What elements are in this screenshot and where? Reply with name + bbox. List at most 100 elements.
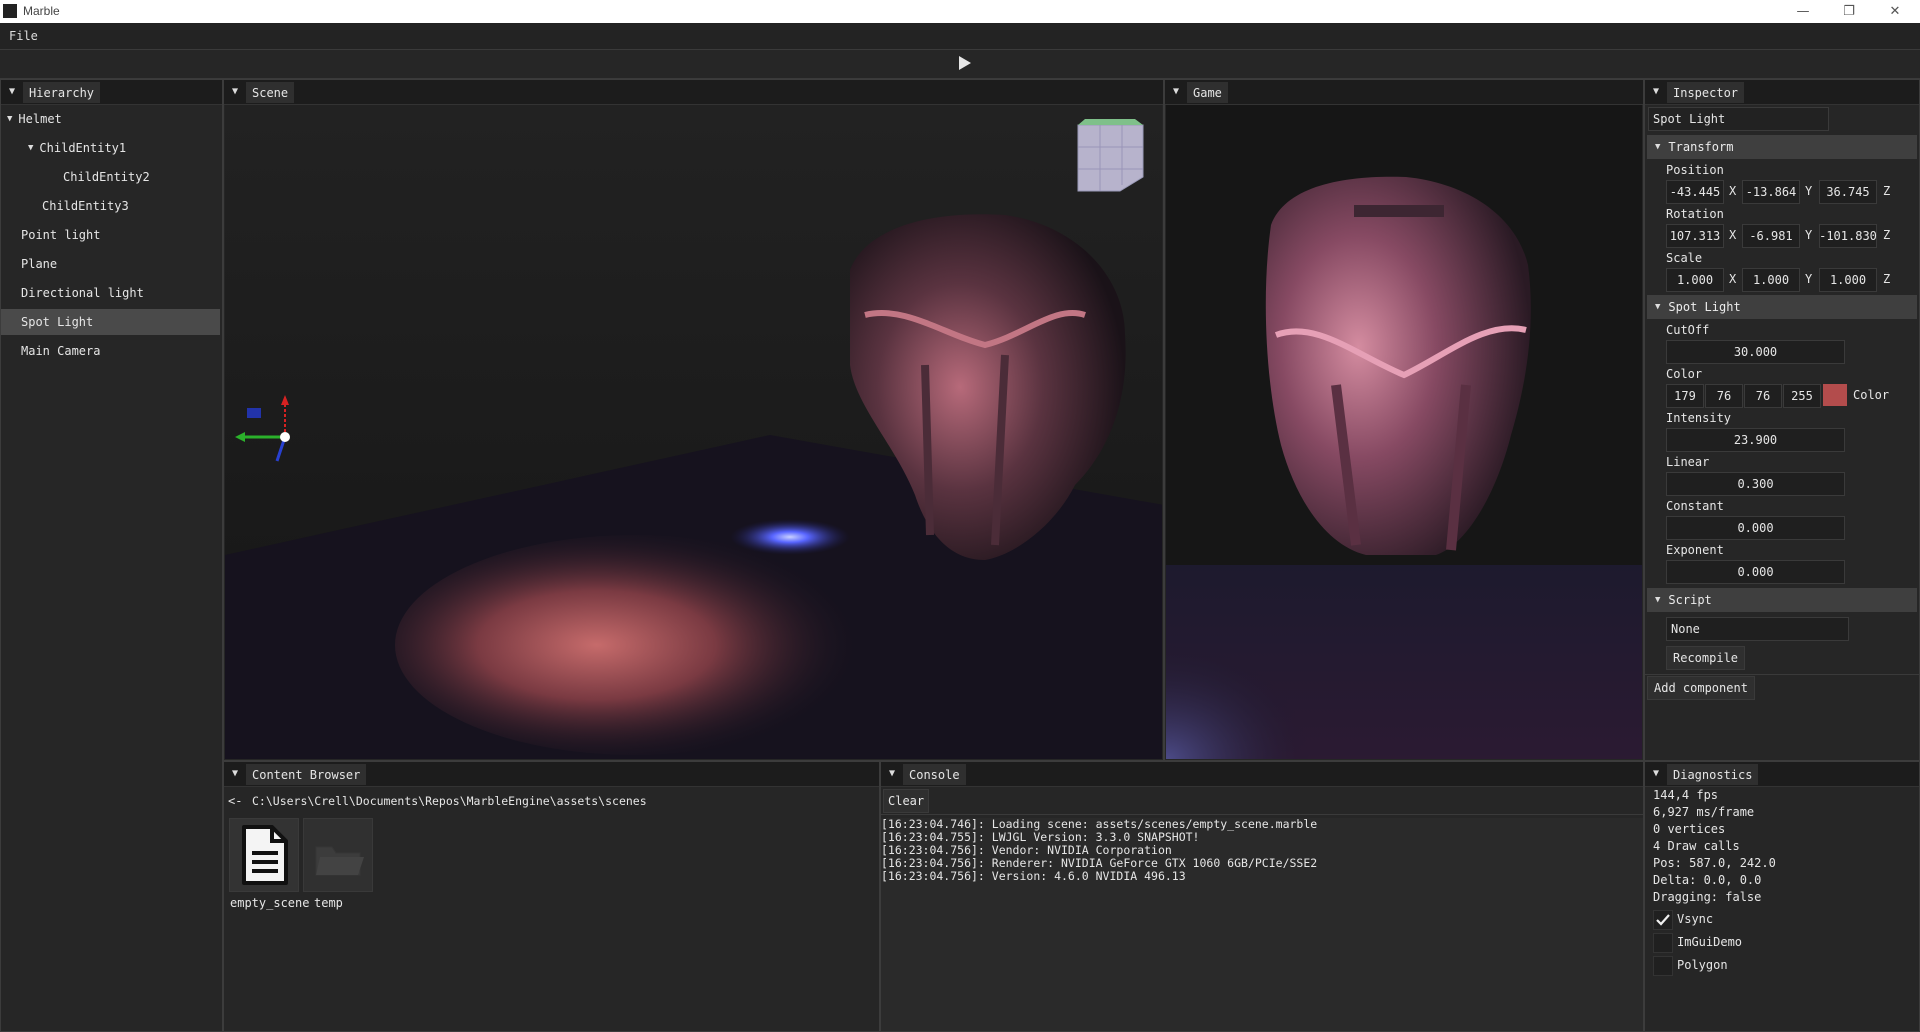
tab-content-browser[interactable]: Content Browser [246, 764, 367, 785]
script-header[interactable]: ▼ Script [1647, 588, 1917, 612]
console-tabbar: ▼ Console [881, 762, 1643, 787]
diag-delta: Delta: 0.0, 0.0 [1653, 873, 1762, 887]
vsync-checkbox[interactable] [1653, 910, 1673, 930]
scale-y-field[interactable]: 1.000 [1742, 268, 1800, 292]
game-render [1166, 105, 1642, 759]
hierarchy-item-helmet[interactable]: ▼ Helmet [1, 106, 220, 132]
intensity-field[interactable]: 23.900 [1666, 428, 1845, 452]
tab-inspector[interactable]: Inspector [1667, 82, 1745, 103]
script-field[interactable]: None [1666, 617, 1849, 641]
hierarchy-item-childentity3[interactable]: ChildEntity3 [1, 193, 220, 219]
tab-console[interactable]: Console [903, 764, 966, 785]
add-component-button[interactable]: Add component [1647, 676, 1755, 700]
diag-fps: 144,4 fps [1653, 788, 1719, 802]
menu-file[interactable]: File [9, 29, 38, 43]
exponent-field[interactable]: 0.000 [1666, 560, 1845, 584]
expand-arrow-icon[interactable]: ▼ [7, 114, 12, 124]
axis-x-label: X [1729, 228, 1737, 242]
position-z-field[interactable]: 36.745 [1819, 180, 1877, 204]
spot-light-header[interactable]: ▼ Spot Light [1647, 295, 1917, 319]
scene-render [225, 105, 1162, 759]
hierarchy-item-main-camera[interactable]: Main Camera [1, 338, 220, 364]
diagnostics-tabbar: ▼ Diagnostics [1645, 762, 1919, 787]
restore-button[interactable]: ❐ [1826, 0, 1872, 23]
rotation-z-field[interactable]: -101.830 [1819, 224, 1877, 248]
hierarchy-item-plane[interactable]: Plane [1, 251, 220, 277]
hierarchy-item-point-light[interactable]: Point light [1, 222, 220, 248]
hierarchy-item-childentity1[interactable]: ▼ ChildEntity1 [1, 135, 220, 161]
scale-x-field[interactable]: 1.000 [1666, 268, 1724, 292]
console-line: [16:23:04.756]: Version: 4.6.0 NVIDIA 49… [881, 869, 1186, 883]
recompile-button[interactable]: Recompile [1666, 646, 1746, 670]
game-panel: ▼ Game [1164, 79, 1644, 761]
position-y-field[interactable]: -13.864 [1742, 180, 1800, 204]
expand-arrow-icon: ▼ [1655, 302, 1661, 312]
hierarchy-item-label: Helmet [18, 112, 62, 126]
collapse-icon[interactable]: ▼ [5, 84, 19, 98]
cutoff-field[interactable]: 30.000 [1666, 340, 1845, 364]
collapse-icon[interactable]: ▼ [228, 766, 242, 780]
color-r-field[interactable]: 179 [1666, 384, 1704, 408]
entity-name-input[interactable]: Spot Light [1648, 107, 1829, 131]
collapse-icon[interactable]: ▼ [228, 84, 242, 98]
transform-header-label: Transform [1668, 140, 1734, 154]
collapse-icon[interactable]: ▼ [885, 766, 899, 780]
hierarchy-item-childentity2[interactable]: ChildEntity2 [1, 164, 220, 190]
hierarchy-item-label: Main Camera [21, 344, 101, 358]
cutoff-label: CutOff [1666, 323, 1710, 337]
hierarchy-item-spot-light[interactable]: Spot Light [1, 309, 220, 335]
back-button[interactable]: <- [228, 794, 242, 808]
color-swatch-label: Color [1853, 388, 1890, 402]
rotation-y-field[interactable]: -6.981 [1742, 224, 1800, 248]
expand-arrow-icon[interactable]: ▼ [28, 143, 33, 153]
diag-vertices: 0 vertices [1653, 822, 1726, 836]
color-swatch[interactable] [1823, 384, 1847, 406]
diag-frame-time: 6,927 ms/frame [1653, 805, 1755, 819]
divider [1645, 674, 1919, 675]
rotation-x-field[interactable]: 107.313 [1666, 224, 1724, 248]
color-b-field[interactable]: 76 [1744, 384, 1782, 408]
scale-z-field[interactable]: 1.000 [1819, 268, 1877, 292]
color-g-field[interactable]: 76 [1705, 384, 1743, 408]
linear-field[interactable]: 0.300 [1666, 472, 1845, 496]
color-a-field[interactable]: 255 [1783, 384, 1821, 408]
folder-icon [315, 846, 364, 876]
polygon-checkbox[interactable] [1653, 956, 1673, 976]
intensity-label: Intensity [1666, 411, 1732, 425]
minimize-button[interactable]: — [1780, 0, 1826, 23]
rotation-label: Rotation [1666, 207, 1724, 221]
play-icon[interactable] [958, 54, 972, 72]
hierarchy-item-label: ChildEntity2 [63, 170, 150, 184]
view-cube[interactable] [1077, 119, 1144, 192]
collapse-icon[interactable]: ▼ [1649, 84, 1663, 98]
tab-hierarchy[interactable]: Hierarchy [23, 82, 101, 103]
imgui-demo-checkbox[interactable] [1653, 933, 1673, 953]
window-title: Marble [23, 4, 60, 18]
checkmark-icon [1656, 914, 1670, 926]
collapse-icon[interactable]: ▼ [1169, 84, 1183, 98]
file-tile-empty-scene[interactable] [229, 818, 299, 892]
tab-scene[interactable]: Scene [246, 82, 295, 103]
imgui-demo-label: ImGuiDemo [1677, 935, 1743, 949]
hierarchy-item-label: Point light [21, 228, 101, 242]
document-icon [242, 825, 288, 885]
file-tile-temp[interactable] [303, 818, 373, 892]
axis-y-label: Y [1805, 184, 1813, 198]
clear-button[interactable]: Clear [883, 789, 930, 813]
collapse-icon[interactable]: ▼ [1649, 766, 1663, 780]
hierarchy-item-label: ChildEntity3 [42, 199, 129, 213]
position-x-field[interactable]: -43.445 [1666, 180, 1724, 204]
transform-header[interactable]: ▼ Transform [1647, 135, 1917, 159]
tab-game[interactable]: Game [1187, 82, 1228, 103]
scene-viewport[interactable] [225, 105, 1162, 759]
linear-label: Linear [1666, 455, 1710, 469]
close-button[interactable]: ✕ [1872, 0, 1918, 23]
current-path: C:\Users\Crell\Documents\Repos\MarbleEng… [252, 794, 647, 808]
tab-diagnostics[interactable]: Diagnostics [1667, 764, 1759, 785]
diag-pos: Pos: 587.0, 242.0 [1653, 856, 1776, 870]
hierarchy-item-directional-light[interactable]: Directional light [1, 280, 220, 306]
constant-field[interactable]: 0.000 [1666, 516, 1845, 540]
position-label: Position [1666, 163, 1724, 177]
app-icon [3, 4, 17, 18]
console-panel: ▼ Console Clear [16:23:04.746]: Loading … [880, 761, 1644, 1032]
